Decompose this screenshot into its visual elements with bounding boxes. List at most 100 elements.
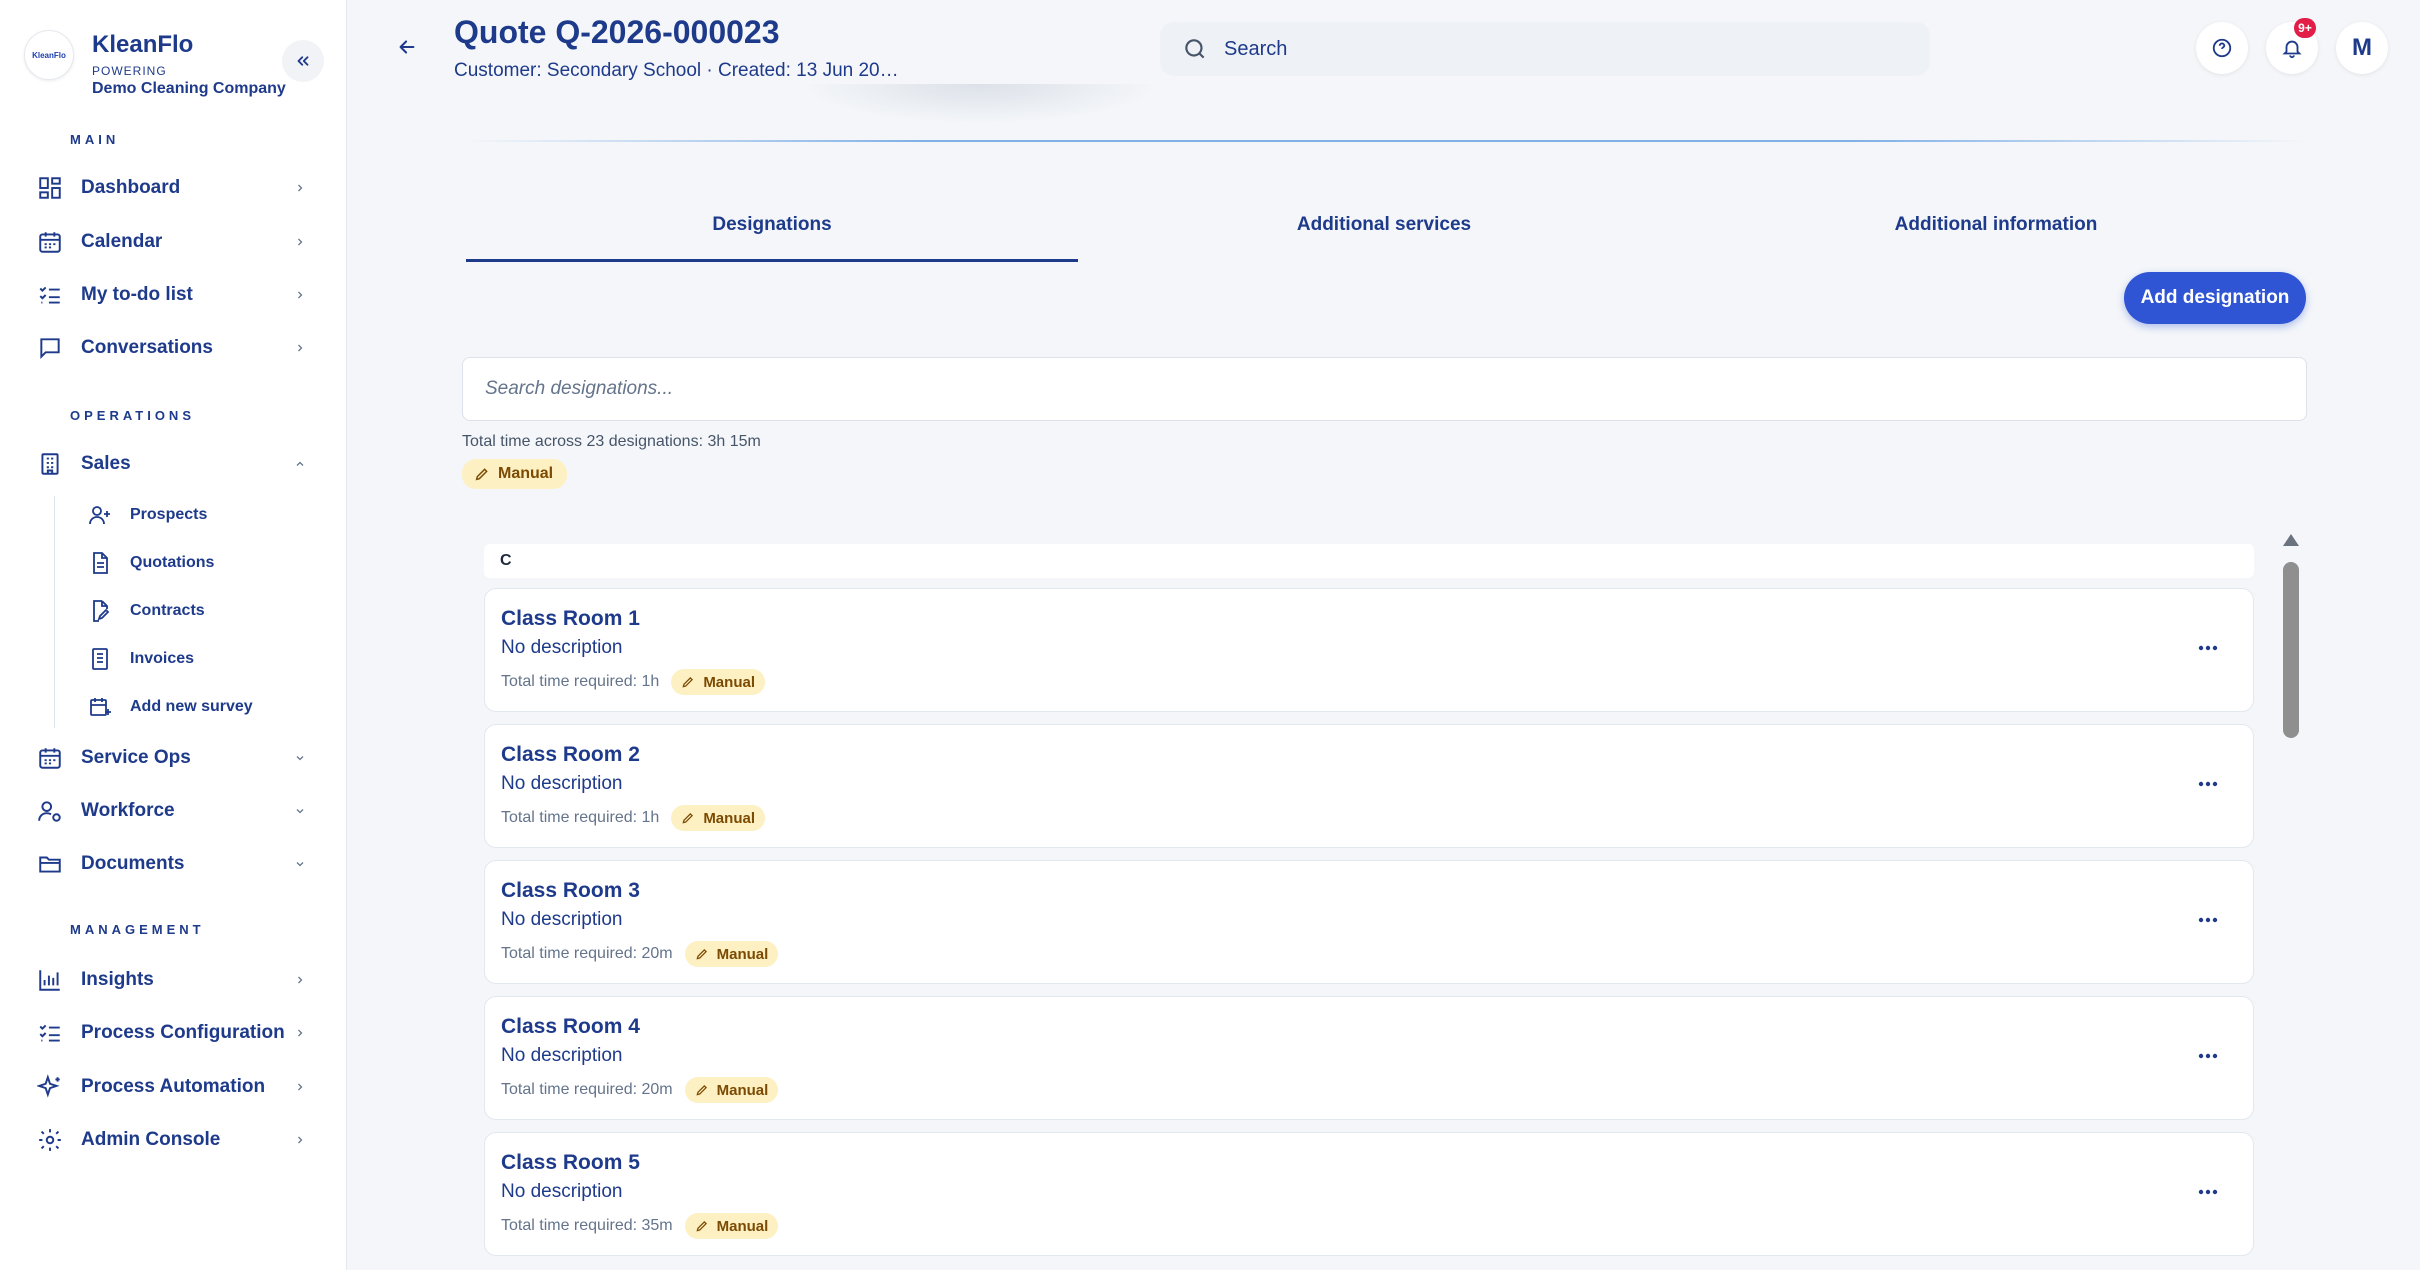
sidebar-item-admin-console[interactable]: Admin Console — [36, 1120, 308, 1160]
chevron-up-icon — [292, 456, 308, 472]
chevron-right-icon — [292, 234, 308, 250]
designation-list: C Class Room 1 No description Total time… — [462, 520, 2307, 1270]
sidebar: KleanFlo KleanFlo POWERING Demo Cleaning… — [0, 0, 347, 1270]
designation-name: Class Room 3 — [501, 879, 640, 902]
designation-time: Total time required: 20m — [501, 1081, 673, 1098]
tab-designations[interactable]: Designations — [466, 208, 1078, 262]
designation-description: No description — [501, 637, 623, 658]
sidebar-item-insights[interactable]: Insights — [36, 960, 308, 1000]
bar-chart-icon — [36, 966, 64, 994]
sidebar-subitem-prospects[interactable]: Prospects — [86, 497, 316, 533]
designation-name: Class Room 5 — [501, 1151, 640, 1174]
ellipsis-icon — [2198, 1053, 2218, 1059]
back-button[interactable] — [392, 32, 422, 62]
sidebar-item-label: Admin Console — [81, 1129, 221, 1150]
chevron-right-icon — [292, 287, 308, 303]
list-item[interactable]: Class Room 4 No description Total time r… — [484, 996, 2254, 1120]
collapse-sidebar-button[interactable] — [282, 40, 324, 82]
sidebar-item-label: Conversations — [81, 337, 213, 358]
manual-badge: Manual — [671, 669, 765, 695]
pencil-icon — [681, 811, 695, 825]
help-button[interactable] — [2196, 22, 2248, 74]
brand: KleanFlo KleanFlo POWERING Demo Cleaning… — [24, 30, 286, 98]
scroll-thumb[interactable] — [2283, 562, 2299, 738]
sidebar-item-workforce[interactable]: Workforce — [36, 791, 308, 831]
sidebar-item-service-ops[interactable]: Service Ops — [36, 738, 308, 778]
manual-badge: Manual — [671, 805, 765, 831]
section-label-main: MAIN — [70, 132, 120, 147]
list-item[interactable]: Class Room 3 No description Total time r… — [484, 860, 2254, 984]
manual-badge: Manual — [684, 941, 779, 967]
tab-additional-services[interactable]: Additional services — [1078, 208, 1690, 262]
badge-label: Manual — [498, 465, 554, 482]
avatar[interactable]: M — [2336, 22, 2388, 74]
chevron-down-icon — [292, 750, 308, 766]
badge-label: Manual — [716, 945, 769, 963]
sidebar-item-conversations[interactable]: Conversations — [36, 328, 308, 368]
chevron-down-icon — [292, 856, 308, 872]
sidebar-subitem-add-survey[interactable]: Add new survey — [86, 689, 316, 725]
ellipsis-icon — [2198, 645, 2218, 651]
submenu-guide-line — [54, 496, 55, 728]
tab-additional-information[interactable]: Additional information — [1690, 208, 2302, 262]
list-item[interactable]: Class Room 2 No description Total time r… — [484, 724, 2254, 848]
designation-search-input[interactable]: Search designations... — [462, 357, 2307, 421]
sidebar-subitem-invoices[interactable]: Invoices — [86, 641, 316, 677]
sidebar-item-sales[interactable]: Sales — [36, 444, 308, 484]
sidebar-item-process-configuration[interactable]: Process Configuration — [36, 1013, 308, 1053]
tab-label: Designations — [712, 214, 832, 235]
more-options-button[interactable] — [2193, 905, 2223, 935]
sidebar-item-todo[interactable]: My to-do list — [36, 275, 308, 315]
sidebar-subitem-label: Invoices — [130, 650, 195, 667]
notifications-button[interactable]: 9+ — [2266, 18, 2318, 74]
pencil-icon — [695, 947, 709, 961]
more-options-button[interactable] — [2193, 1041, 2223, 1071]
more-options-button[interactable] — [2193, 769, 2223, 799]
sidebar-subitem-contracts[interactable]: Contracts — [86, 593, 316, 629]
more-options-button[interactable] — [2193, 1177, 2223, 1207]
ellipsis-icon — [2198, 917, 2218, 923]
manual-badge: Manual — [684, 1213, 779, 1239]
sidebar-item-calendar[interactable]: Calendar — [36, 222, 308, 262]
folder-icon — [36, 850, 64, 878]
sidebar-item-process-automation[interactable]: Process Automation — [36, 1067, 308, 1107]
designation-description: No description — [501, 773, 623, 794]
sidebar-item-documents[interactable]: Documents — [36, 844, 308, 884]
invoice-icon — [86, 645, 114, 673]
user-plus-icon — [86, 501, 114, 529]
more-options-button[interactable] — [2193, 633, 2223, 663]
sidebar-item-label: Insights — [81, 969, 154, 990]
list-item[interactable]: Class Room 1 No description Total time r… — [484, 588, 2254, 712]
document-icon — [86, 549, 114, 577]
calendar-icon — [36, 744, 64, 772]
sidebar-item-label: Documents — [81, 853, 185, 874]
manual-badge: Manual — [462, 459, 568, 489]
search-icon — [1185, 39, 1205, 59]
manual-badge: Manual — [684, 1077, 779, 1103]
chevron-right-icon — [292, 180, 308, 196]
designation-name: Class Room 4 — [501, 1015, 640, 1038]
group-header: C — [484, 544, 2254, 578]
brand-name: KleanFlo — [92, 31, 194, 58]
sidebar-item-dashboard[interactable]: Dashboard — [36, 168, 308, 208]
sidebar-subitem-quotations[interactable]: Quotations — [86, 545, 316, 581]
page-subtitle: Customer: Secondary School · Created: 13… — [454, 60, 899, 81]
ellipsis-icon — [2198, 1189, 2218, 1195]
add-designation-button[interactable]: Add designation — [2124, 272, 2306, 324]
sidebar-subitem-label: Contracts — [130, 602, 205, 619]
calendar-plus-icon — [86, 693, 114, 721]
sidebar-item-label: My to-do list — [81, 284, 193, 305]
sidebar-subitem-label: Add new survey — [130, 698, 253, 715]
list-item[interactable]: Class Room 5 No description Total time r… — [484, 1132, 2254, 1256]
user-gear-icon — [36, 797, 64, 825]
header-shadow — [800, 84, 1160, 124]
sidebar-item-label: Workforce — [81, 800, 175, 821]
tab-label: Additional information — [1894, 214, 2098, 235]
scroll-up-arrow-icon[interactable] — [2283, 534, 2299, 546]
tab-label: Additional services — [1296, 214, 1472, 235]
chevron-right-icon — [292, 340, 308, 356]
designation-time: Total time required: 20m — [501, 945, 673, 962]
list-scrollbar[interactable] — [2280, 528, 2302, 1270]
pencil-icon — [681, 675, 695, 689]
global-search-input[interactable]: Search — [1160, 22, 1930, 76]
